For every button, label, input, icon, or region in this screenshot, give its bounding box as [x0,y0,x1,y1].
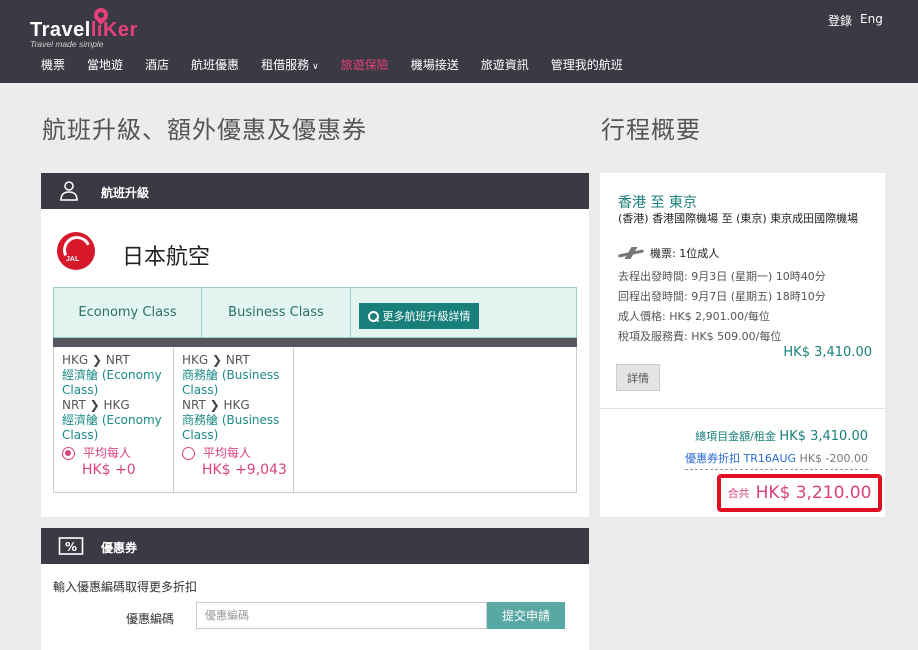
coupon-code-input[interactable] [196,602,487,629]
nav-item-local-tours[interactable]: 當地遊 [87,53,123,77]
main-nav: 機票 當地遊 酒店 航班優惠 租借服務 ∨ 旅遊保險 機場接送 旅遊資訊 管理我的… [0,53,918,77]
logo-tagline: Travel made simple [30,39,104,49]
tabs-divider-bar [53,338,577,347]
nav-item-flights[interactable]: 機票 [41,53,65,77]
coupon-panel-header: % 優惠券 [41,528,589,564]
submit-coupon-button[interactable]: 提交申請 [487,602,565,629]
nav-item-flight-deals[interactable]: 航班優惠 [191,53,239,77]
fare-grid: HKG ❯ NRT 經濟艙 (Economy Class) NRT ❯ HKG … [53,347,577,493]
travelliker-logo[interactable]: TravelliKer Travel made simple [30,5,150,49]
nav-item-travel-info[interactable]: 旅遊資訊 [481,53,529,77]
airline-name: 日本航空 [122,245,211,270]
economy-radio[interactable] [62,447,75,460]
coupon-discount-value: HK$ -200.00 [799,452,868,465]
jal-logo: JAL [57,232,95,270]
upgrade-panel-title: 航班升級 [101,186,150,200]
nav-item-airport-transfer[interactable]: 機場接送 [411,53,459,77]
adult-price: 成人價格: HK$ 2,901.00/每位 [618,310,770,323]
language-switch[interactable]: Eng [860,12,883,26]
summary-passengers: 機票: 1位成人 [618,245,719,261]
chevron-down-icon: ∨ [312,62,319,72]
page-title: 航班升級、額外優惠及優惠券 [42,116,367,144]
passenger-count: 機票: 1位成人 [650,247,720,260]
summary-airports: (香港) 香港國際機場 至 (東京) 東京成田國際機場 [618,212,859,225]
fare-option-economy[interactable]: HKG ❯ NRT 經濟艙 (Economy Class) NRT ❯ HKG … [54,347,174,492]
jal-logo-text: JAL [66,256,80,263]
summary-route: 香港 至 東京 [618,195,697,211]
price-label: 平均每人 [83,446,132,460]
total-amount-row: 總項目金額/租金 HK$ 3,410.00 [695,428,868,444]
price-label: 平均每人 [203,446,252,460]
login-link[interactable]: 登錄 [828,12,852,29]
tax-fee: 稅項及服務費: HK$ 509.00/每位 [618,330,782,343]
business-radio[interactable] [182,447,195,460]
nav-item-hotels[interactable]: 酒店 [145,53,169,77]
svg-text:%: % [65,540,77,554]
airplane-icon [618,246,644,260]
coupon-panel: % 優惠券 輸入優惠編碼取得更多折扣 優惠編碼 提交申請 [41,528,589,650]
fare-price: HK$ +0 [82,462,136,478]
route-inbound: NRT ❯ HKG [62,398,130,412]
route-inbound: NRT ❯ HKG [182,398,250,412]
upgrade-panel-header: 航班升級 [41,173,589,209]
nav-item-rental[interactable]: 租借服務 ∨ [261,53,319,77]
fare-option-business[interactable]: HKG ❯ NRT 商務艙 (Business Class) NRT ❯ HKG… [174,347,294,492]
summary-title: 行程概要 [601,116,701,144]
class-tabs: Economy Class Business Class 更多航班升級詳情 [53,287,577,338]
cabin-class-inbound: 經濟艙 (Economy Class) [62,413,162,442]
nav-item-rental-label: 租借服務 [261,58,310,72]
coupon-panel-title: 優惠券 [101,541,138,555]
percent-ticket-icon: % [58,537,84,555]
nav-item-manage-booking[interactable]: 管理我的航班 [551,53,623,77]
tab-business-class[interactable]: Business Class [202,288,351,337]
total-amount-label: 總項目金額/租金 [695,430,776,443]
outbound-time: 去程出發時間: 9月3日 (星期一) 10時40分 [618,270,826,283]
coupon-discount-label: 優惠券折扣 TR16AUG [685,452,797,465]
nav-item-insurance[interactable]: 旅遊保險 [341,53,389,77]
fare-price: HK$ +9,043 [202,462,287,478]
grand-total-highlight: 合共 HK$ 3,210.00 [717,474,882,512]
grand-total-label: 合共 [727,487,750,500]
details-button[interactable]: 詳情 [616,364,660,391]
price-option-row: 平均每人 [62,446,173,461]
route-outbound: HKG ❯ NRT [182,353,250,367]
search-icon [367,310,379,322]
cabin-class-outbound: 經濟艙 (Economy Class) [62,368,162,397]
summary-subtotal: HK$ 3,410.00 [783,345,872,360]
summary-divider [600,408,885,409]
more-upgrade-details-label: 更多航班升級詳情 [382,310,471,323]
price-option-row: 平均每人 [182,446,293,461]
more-upgrade-details-button[interactable]: 更多航班升級詳情 [359,303,479,329]
coupon-code-label: 優惠編碼 [126,612,175,626]
route-outbound: HKG ❯ NRT [62,353,130,367]
top-navbar: TravelliKer Travel made simple 登錄 Eng 機票… [0,0,918,83]
user-icon [60,181,78,201]
tab-economy-class[interactable]: Economy Class [54,288,202,337]
grand-total-value: HK$ 3,210.00 [755,483,872,503]
cabin-class-outbound: 商務艙 (Business Class) [182,368,280,397]
coupon-hint: 輸入優惠編碼取得更多折扣 [53,580,198,594]
inbound-time: 回程出發時間: 9月7日 (星期五) 18時10分 [618,290,826,303]
total-amount-value: HK$ 3,410.00 [779,429,868,444]
coupon-discount-row: 優惠券折扣 TR16AUG HK$ -200.00 [685,450,868,470]
cabin-class-inbound: 商務艙 (Business Class) [182,413,280,442]
